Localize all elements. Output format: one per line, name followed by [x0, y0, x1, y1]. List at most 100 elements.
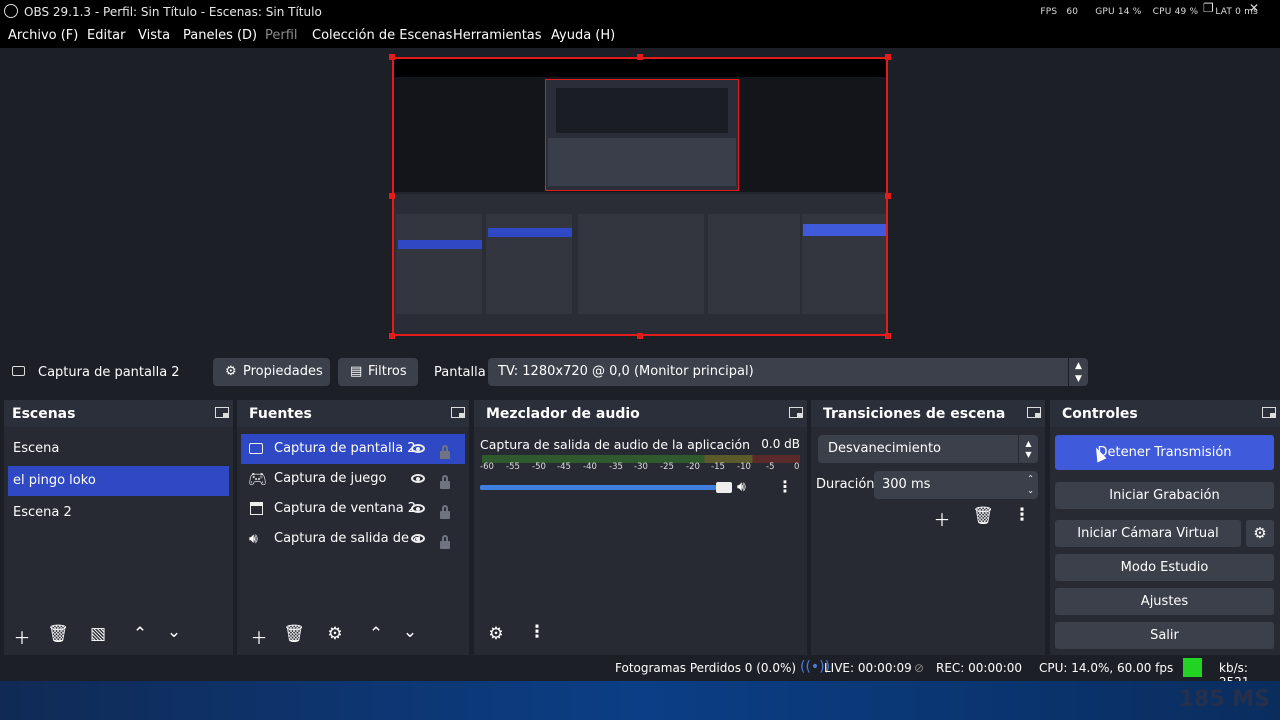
- fps-label: FPS: [1040, 7, 1058, 17]
- scene-filters-icon[interactable]: ▧: [86, 624, 110, 644]
- resize-handle[interactable]: [389, 333, 395, 339]
- duration-spinbox[interactable]: 300 ms ⌃ ⌄: [874, 471, 1038, 499]
- start-recording-button[interactable]: Iniciar Grabación: [1055, 482, 1274, 509]
- dropped-frames: Fotogramas Perdidos 0 (0.0%): [615, 661, 797, 675]
- source-item[interactable]: 🔊︎ Captura de salida de a: [241, 524, 465, 554]
- undock-icon[interactable]: [789, 407, 803, 418]
- stream-health-indicator: [1183, 658, 1202, 677]
- move-up-icon[interactable]: ⌃: [128, 624, 152, 644]
- preview-canvas[interactable]: [392, 57, 888, 336]
- properties-button[interactable]: ⚙ Propiedades: [213, 358, 330, 386]
- meter-tick: -55: [506, 462, 520, 472]
- mixer-menu-icon[interactable]: ⋮: [525, 622, 549, 642]
- source-toolbar: Captura de pantalla 2 ⚙ Propiedades ▤ Fi…: [0, 352, 1280, 392]
- mixer-track-name: Captura de salida de audio de la aplicac…: [480, 437, 751, 452]
- add-transition-icon[interactable]: ＋: [930, 506, 954, 531]
- gamepad-icon: 🎮︎: [248, 470, 268, 488]
- filters-button[interactable]: ▤ Filtros: [338, 358, 418, 386]
- move-up-icon[interactable]: ⌃: [364, 624, 388, 644]
- source-item[interactable]: Captura de ventana 2: [241, 494, 465, 524]
- scene-item-label: el pingo loko: [13, 473, 96, 488]
- undock-icon[interactable]: [1262, 407, 1276, 418]
- resize-handle[interactable]: [389, 54, 395, 60]
- scene-item-selected[interactable]: el pingo loko: [8, 466, 229, 496]
- undock-icon[interactable]: [451, 407, 465, 418]
- lock-icon[interactable]: [440, 475, 450, 489]
- menu-paneles[interactable]: Paneles (D): [183, 28, 257, 43]
- menu-vista[interactable]: Vista: [138, 28, 170, 43]
- source-item-selected[interactable]: Captura de pantalla 2: [241, 434, 465, 464]
- add-scene-icon[interactable]: ＋: [10, 624, 34, 649]
- scene-item[interactable]: Escena: [8, 434, 229, 464]
- volume-slider[interactable]: [480, 482, 732, 493]
- advanced-audio-icon[interactable]: ⚙: [484, 624, 508, 644]
- resize-handle[interactable]: [637, 54, 643, 60]
- rec-time: REC: 00:00:00: [936, 661, 1023, 675]
- eye-icon[interactable]: [411, 474, 425, 483]
- gear-icon[interactable]: ⚙: [1246, 520, 1274, 547]
- eye-icon[interactable]: [411, 504, 425, 513]
- obs-logo-icon: [4, 4, 18, 18]
- menu-editar[interactable]: Editar: [87, 28, 126, 43]
- lock-icon[interactable]: [440, 445, 450, 459]
- screen-label: Pantalla: [434, 365, 486, 380]
- add-source-icon[interactable]: ＋: [247, 624, 271, 649]
- resize-handle[interactable]: [637, 333, 643, 339]
- settings-button[interactable]: Ajustes: [1055, 588, 1274, 615]
- studio-mode-button[interactable]: Modo Estudio: [1055, 554, 1274, 581]
- undock-icon[interactable]: [215, 407, 229, 418]
- move-down-icon[interactable]: ⌄: [162, 622, 186, 642]
- audio-mixer-dock: Mezclador de audio Captura de salida de …: [474, 400, 807, 655]
- resize-handle[interactable]: [885, 193, 891, 199]
- restore-icon[interactable]: ❐: [1203, 1, 1214, 15]
- transition-select[interactable]: Desvanecimiento ▲ ▼: [818, 435, 1038, 463]
- start-virtual-camera-button[interactable]: Iniciar Cámara Virtual: [1055, 520, 1241, 547]
- meter-tick: -35: [609, 462, 623, 472]
- gear-icon[interactable]: ⚙: [323, 624, 347, 644]
- eye-icon[interactable]: [411, 444, 425, 453]
- scene-item[interactable]: Escena 2: [8, 498, 229, 528]
- scenes-header: Escenas: [4, 400, 233, 427]
- close-icon[interactable]: ✕: [1249, 1, 1259, 15]
- resize-handle[interactable]: [885, 333, 891, 339]
- meter-tick: 0: [794, 462, 800, 472]
- transition-menu-icon[interactable]: ⋮: [1010, 505, 1034, 525]
- scenes-title: Escenas: [12, 406, 76, 422]
- resize-handle[interactable]: [389, 193, 395, 199]
- resize-handle[interactable]: [885, 54, 891, 60]
- menu-coleccion[interactable]: Colección de Escenas: [312, 28, 452, 43]
- trash-icon[interactable]: 🗑: [971, 506, 995, 526]
- trash-icon[interactable]: 🗑: [46, 624, 70, 644]
- cpu-usage: CPU: 14.0%, 60.00 fps: [1039, 661, 1174, 675]
- volume-slider-fill: [480, 485, 716, 490]
- lock-icon[interactable]: [440, 535, 450, 549]
- menu-herramientas[interactable]: Herramientas: [453, 28, 542, 43]
- stop-stream-button[interactable]: Detener Transmisión: [1055, 435, 1274, 470]
- speaker-icon: 🔊︎: [249, 531, 258, 547]
- trash-icon[interactable]: 🗑: [282, 624, 306, 644]
- lock-icon[interactable]: [440, 505, 450, 519]
- volume-slider-handle[interactable]: [716, 482, 732, 493]
- screen-select[interactable]: TV: 1280x720 @ 0,0 (Monitor principal) ▲…: [488, 358, 1088, 386]
- undock-icon[interactable]: [1027, 407, 1041, 418]
- controls-header: Controles: [1050, 400, 1280, 427]
- eye-icon[interactable]: [411, 534, 425, 543]
- menu-ayuda[interactable]: Ayuda (H): [551, 28, 615, 43]
- preview-mini-stream-button: [803, 224, 886, 236]
- scene-item-label: Escena: [13, 441, 60, 456]
- menu-archivo[interactable]: Archivo (F): [8, 28, 78, 43]
- monitor-icon: [249, 443, 263, 454]
- fps-overlay-watermark: 185 MS: [1178, 687, 1270, 712]
- transitions-dock: Transiciones de escena Desvanecimiento ▲…: [811, 400, 1045, 655]
- spin-icon[interactable]: ⌃ ⌄: [1027, 471, 1034, 497]
- exit-button[interactable]: Salir: [1055, 622, 1274, 649]
- menu-perfil[interactable]: Perfil: [265, 28, 298, 43]
- gpu-stat: GPU 14 %: [1095, 7, 1142, 17]
- source-item[interactable]: 🎮︎ Captura de juego: [241, 464, 465, 494]
- move-down-icon[interactable]: ⌄: [398, 622, 422, 642]
- window-title: OBS 29.1.3 - Perfil: Sin Título - Escena…: [24, 5, 322, 19]
- preview-mini-panel: [578, 214, 704, 314]
- track-menu-icon[interactable]: ⋮: [777, 477, 793, 496]
- speaker-icon[interactable]: 🔊︎: [737, 479, 746, 495]
- meter-scale: -60 -55 -50 -45 -40 -35 -30 -25 -20 -15 …: [480, 462, 804, 474]
